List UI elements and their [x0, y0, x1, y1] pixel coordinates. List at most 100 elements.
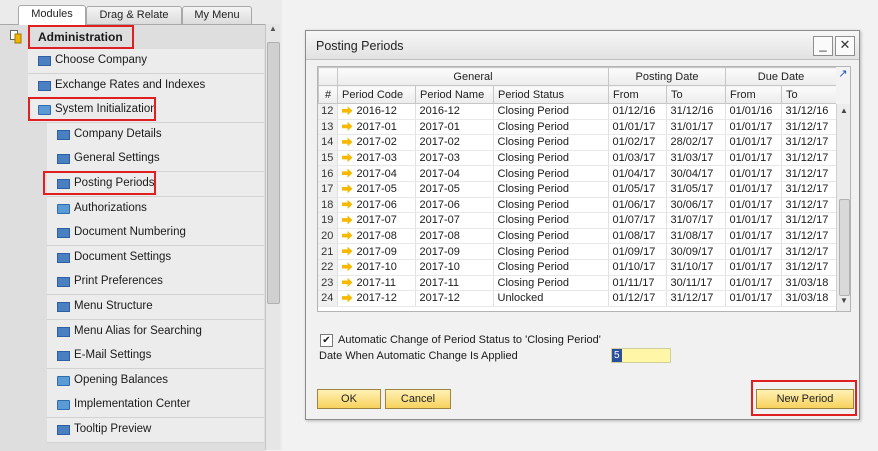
- cell-due-to[interactable]: 31/12/17: [781, 259, 836, 276]
- link-arrow-icon[interactable]: [341, 184, 353, 194]
- cell-period-status[interactable]: Unlocked: [493, 290, 609, 307]
- cell-due-from[interactable]: 01/01/17: [725, 134, 782, 151]
- cell-period-code[interactable]: 2017-08: [337, 228, 416, 245]
- cell-posting-from[interactable]: 01/03/17: [608, 150, 667, 167]
- cell-period-status[interactable]: Closing Period: [493, 150, 609, 167]
- col-due-from[interactable]: From: [725, 85, 783, 104]
- cell-posting-from[interactable]: 01/12/16: [608, 104, 667, 120]
- tab-my-menu[interactable]: My Menu: [182, 6, 252, 24]
- scroll-thumb[interactable]: [267, 42, 280, 304]
- tree-item-print-preferences[interactable]: Print Preferences: [47, 270, 264, 296]
- cell-period-name[interactable]: 2017-10: [415, 259, 494, 276]
- cell-due-to[interactable]: 31/12/17: [781, 134, 836, 151]
- link-arrow-icon[interactable]: [341, 153, 353, 163]
- scroll-down-icon[interactable]: ▼: [837, 296, 850, 308]
- cell-due-to[interactable]: 31/12/17: [781, 150, 836, 167]
- tree-item-e-mail-settings[interactable]: E-Mail Settings: [47, 344, 264, 370]
- cell-due-from[interactable]: 01/01/17: [725, 243, 782, 260]
- cell-posting-to[interactable]: 31/01/17: [666, 119, 726, 136]
- link-arrow-icon[interactable]: [341, 246, 353, 256]
- table-row[interactable]: 24 2017-12 2017-12 Unlocked 01/12/17 31/12/17…: [318, 290, 836, 307]
- cell-posting-from[interactable]: 01/10/17: [608, 259, 667, 276]
- cell-due-from[interactable]: 01/01/17: [725, 197, 782, 214]
- scroll-up-icon[interactable]: ▲: [837, 106, 850, 118]
- cell-period-code[interactable]: 2017-09: [337, 243, 416, 260]
- tree-item-company-details[interactable]: Company Details: [47, 122, 264, 148]
- ok-button[interactable]: OK: [317, 389, 381, 409]
- cell-due-to[interactable]: 31/12/17: [781, 181, 836, 198]
- col-index[interactable]: #: [318, 85, 338, 104]
- table-row[interactable]: 19 2017-07 2017-07 Closing Period 01/07/17 31…: [318, 212, 836, 229]
- cell-posting-to[interactable]: 30/06/17: [666, 197, 726, 214]
- tree-item-menu-structure[interactable]: Menu Structure: [47, 295, 264, 320]
- tree-item-document-settings[interactable]: Document Settings: [47, 245, 264, 271]
- cell-posting-to[interactable]: 30/11/17: [666, 275, 726, 292]
- link-arrow-icon[interactable]: [341, 121, 353, 131]
- cell-posting-to[interactable]: 31/05/17: [666, 181, 726, 198]
- tree-item-document-numbering[interactable]: Document Numbering: [47, 221, 264, 247]
- date-applied-input[interactable]: 5: [611, 348, 671, 363]
- tree-scrollbar[interactable]: ▲: [265, 24, 280, 450]
- link-arrow-icon[interactable]: [341, 231, 353, 241]
- link-arrow-icon[interactable]: [341, 199, 353, 209]
- cell-period-status[interactable]: Closing Period: [493, 104, 609, 120]
- cell-due-to[interactable]: 31/12/17: [781, 165, 836, 182]
- cell-posting-from[interactable]: 01/01/17: [608, 119, 667, 136]
- cell-posting-to[interactable]: 31/12/16: [666, 104, 726, 120]
- cell-period-status[interactable]: Closing Period: [493, 259, 609, 276]
- cell-due-to[interactable]: 31/03/18: [781, 290, 836, 307]
- splitter[interactable]: [282, 0, 302, 450]
- table-row[interactable]: 23 2017-11 2017-11 Closing Period 01/11/17 30…: [318, 275, 836, 292]
- cell-due-from[interactable]: 01/01/16: [725, 104, 782, 120]
- cell-posting-from[interactable]: 01/04/17: [608, 165, 667, 182]
- cell-period-code[interactable]: 2017-06: [337, 197, 416, 214]
- cell-period-name[interactable]: 2017-06: [415, 197, 494, 214]
- cancel-button[interactable]: Cancel: [385, 389, 451, 409]
- cell-due-from[interactable]: 01/01/17: [725, 228, 782, 245]
- tree-item-administration[interactable]: Administration: [0, 25, 264, 49]
- cell-due-from[interactable]: 01/01/17: [725, 165, 782, 182]
- cell-posting-to[interactable]: 30/09/17: [666, 243, 726, 260]
- cell-due-to[interactable]: 31/12/16: [781, 104, 836, 120]
- cell-period-name[interactable]: 2017-07: [415, 212, 494, 229]
- cell-posting-from[interactable]: 01/08/17: [608, 228, 667, 245]
- cell-period-code[interactable]: 2017-11: [337, 275, 416, 292]
- cell-period-status[interactable]: Closing Period: [493, 243, 609, 260]
- table-row[interactable]: 17 2017-05 2017-05 Closing Period 01/05/17 31…: [318, 181, 836, 198]
- table-row[interactable]: 22 2017-10 2017-10 Closing Period 01/10/17 31…: [318, 259, 836, 276]
- cell-period-name[interactable]: 2016-12: [415, 104, 494, 120]
- tree-item-implementation-center[interactable]: Implementation Center: [47, 393, 264, 419]
- cell-period-status[interactable]: Closing Period: [493, 275, 609, 292]
- cell-due-from[interactable]: 01/01/17: [725, 150, 782, 167]
- cell-period-code[interactable]: 2017-03: [337, 150, 416, 167]
- col-period-status[interactable]: Period Status: [493, 85, 609, 104]
- tab-drag-relate[interactable]: Drag & Relate: [86, 6, 182, 24]
- cell-due-to[interactable]: 31/12/17: [781, 243, 836, 260]
- cell-period-status[interactable]: Closing Period: [493, 134, 609, 151]
- cell-period-code[interactable]: 2017-10: [337, 259, 416, 276]
- cell-period-status[interactable]: Closing Period: [493, 181, 609, 198]
- cell-posting-from[interactable]: 01/02/17: [608, 134, 667, 151]
- expand-icon[interactable]: ↗: [836, 67, 850, 104]
- cell-due-from[interactable]: 01/01/17: [725, 259, 782, 276]
- cell-due-from[interactable]: 01/01/17: [725, 181, 782, 198]
- cell-period-name[interactable]: 2017-08: [415, 228, 494, 245]
- table-row[interactable]: 18 2017-06 2017-06 Closing Period 01/06/17 30…: [318, 197, 836, 214]
- cell-period-name[interactable]: 2017-04: [415, 165, 494, 182]
- window-titlebar[interactable]: Posting Periods _ ✕: [306, 31, 859, 60]
- cell-posting-from[interactable]: 01/06/17: [608, 197, 667, 214]
- cell-period-name[interactable]: 2017-03: [415, 150, 494, 167]
- cell-posting-from[interactable]: 01/05/17: [608, 181, 667, 198]
- link-arrow-icon[interactable]: [341, 215, 353, 225]
- cell-period-code[interactable]: 2017-05: [337, 181, 416, 198]
- cell-posting-to[interactable]: 31/10/17: [666, 259, 726, 276]
- table-row[interactable]: 16 2017-04 2017-04 Closing Period 01/04/17 30…: [318, 165, 836, 182]
- cell-posting-to[interactable]: 31/08/17: [666, 228, 726, 245]
- col-posting-to[interactable]: To: [665, 85, 727, 104]
- cell-posting-to[interactable]: 31/07/17: [666, 212, 726, 229]
- scroll-up-icon[interactable]: ▲: [266, 24, 280, 38]
- cell-period-code[interactable]: 2017-04: [337, 165, 416, 182]
- table-row[interactable]: 13 2017-01 2017-01 Closing Period 01/01/17 31…: [318, 119, 836, 136]
- cell-posting-to[interactable]: 31/12/17: [666, 290, 726, 307]
- cell-due-to[interactable]: 31/12/17: [781, 228, 836, 245]
